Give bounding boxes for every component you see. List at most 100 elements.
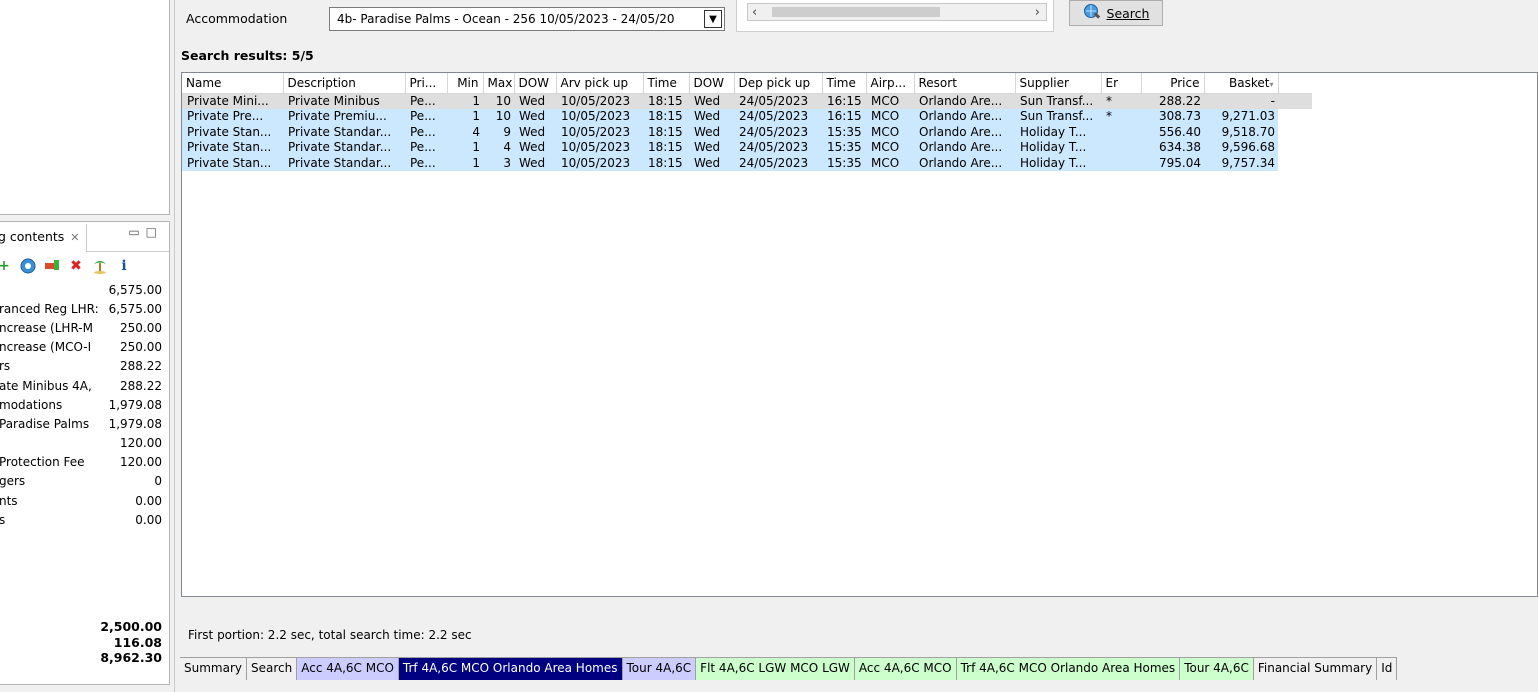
bottom-tab[interactable]: Financial Summary xyxy=(1253,658,1378,680)
bottom-tab[interactable]: Id xyxy=(1377,658,1398,680)
table-cell: 9,596.68 xyxy=(1204,140,1278,156)
horizontal-scrollbar-box: ‹ › xyxy=(736,0,1054,32)
bottom-tab[interactable]: Flt 4A,6C LGW MCO LGW xyxy=(696,658,855,680)
bottom-tab[interactable]: Trf 4A,6C MCO Orlando Area Homes xyxy=(398,658,623,680)
booking-contents-list: 6,575.00 ranced Reg LHR: 6,575.00 ncrease… xyxy=(0,280,169,529)
table-row[interactable]: Private Mini... Private Minibus Pe... 1 10 We… xyxy=(182,93,1312,109)
list-item[interactable]: ranced Reg LHR: 6,575.00 xyxy=(0,299,169,318)
table-row[interactable]: Private Stan... Private Standar... Pe... 1 3… xyxy=(182,155,1312,171)
scroll-right-icon[interactable]: › xyxy=(1035,5,1040,20)
bottom-tab[interactable]: Acc 4A,6C MCO xyxy=(297,658,399,680)
table-cell: Sun Transf... xyxy=(1015,93,1101,109)
search-results-count: Search results: 5/5 xyxy=(181,48,314,63)
list-item[interactable]: Protection Fee 120.00 xyxy=(0,453,169,472)
table-row[interactable]: Private Pre... Private Premiu... Pe... 1 10 W… xyxy=(182,109,1312,125)
search-button-label: Search xyxy=(1106,5,1150,21)
bottom-tab[interactable]: Tour 4A,6C xyxy=(622,658,697,680)
column-header[interactable]: Description xyxy=(283,73,406,94)
panel-splitter[interactable] xyxy=(174,0,178,692)
results-table-body: Private Mini... Private Minibus Pe... 1 10 We… xyxy=(182,93,1312,171)
column-header[interactable]: DOW xyxy=(514,73,557,94)
table-cell: Orlando Are... xyxy=(914,124,1015,140)
table-cell: Private Standar... xyxy=(283,155,405,171)
chevron-down-icon[interactable]: ▼ xyxy=(704,10,722,28)
table-cell: 10/05/2023 xyxy=(556,155,643,171)
table-cell: Holiday T... xyxy=(1015,155,1101,171)
add-icon[interactable]: + xyxy=(0,258,12,274)
list-item[interactable]: s 0.00 xyxy=(0,510,169,529)
table-cell: * xyxy=(1101,93,1141,109)
booking-contents-tab[interactable]: g contents ✕ xyxy=(0,224,87,252)
table-cell: Pe... xyxy=(405,140,447,156)
total-value: 2,500.00 xyxy=(100,619,162,634)
bottom-tab[interactable]: Trf 4A,6C MCO Orlando Area Homes xyxy=(956,658,1181,680)
column-header[interactable]: Min xyxy=(447,73,484,94)
table-row-filler xyxy=(1278,109,1312,125)
table-cell: 9,757.34 xyxy=(1204,155,1278,171)
booking-contents-tab-header: g contents ✕ ▭□ xyxy=(0,222,169,252)
table-cell: 9 xyxy=(483,124,514,140)
column-header[interactable]: Resort xyxy=(914,73,1016,94)
table-cell: Wed xyxy=(514,124,556,140)
accommodation-select[interactable]: 4b- Paradise Palms - Ocean - 256 10/05/2… xyxy=(329,7,725,31)
column-header[interactable]: Time xyxy=(822,73,867,94)
search-button[interactable]: Search xyxy=(1069,0,1163,26)
table-cell: Sun Transf... xyxy=(1015,109,1101,125)
table-cell: Private Premiu... xyxy=(283,109,405,125)
column-header-basket[interactable]: Basket▾ xyxy=(1204,73,1279,94)
list-item[interactable]: ncrease (LHR-M 250.00 xyxy=(0,318,169,337)
column-header[interactable]: Dep pick up xyxy=(734,73,823,94)
table-cell xyxy=(1101,124,1141,140)
table-cell: 9,271.03 xyxy=(1204,109,1278,125)
list-item[interactable]: modations 1,979.08 xyxy=(0,395,169,414)
scrollbar-thumb[interactable] xyxy=(772,7,940,17)
list-item[interactable]: gers 0 xyxy=(0,472,169,491)
transfer-icon[interactable] xyxy=(44,258,60,274)
column-header[interactable]: Supplier xyxy=(1015,73,1102,94)
bottom-tab[interactable]: Search xyxy=(247,658,298,680)
table-cell: 288.22 xyxy=(1141,93,1204,109)
list-item[interactable]: ate Minibus 4A, 288.22 xyxy=(0,376,169,395)
maximize-icon[interactable]: □ xyxy=(146,225,163,239)
table-cell: Wed xyxy=(689,140,734,156)
list-item[interactable]: 6,575.00 xyxy=(0,280,169,299)
table-cell: 10/05/2023 xyxy=(556,109,643,125)
list-item[interactable]: rs 288.22 xyxy=(0,357,169,376)
column-header[interactable]: Er xyxy=(1101,73,1142,94)
list-item[interactable]: Paradise Palms 1,979.08 xyxy=(0,414,169,433)
table-cell: Wed xyxy=(514,109,556,125)
delete-icon[interactable]: ✖ xyxy=(68,258,84,274)
palm-tree-icon[interactable] xyxy=(92,258,108,274)
column-header[interactable]: Price xyxy=(1141,73,1205,94)
table-cell: 24/05/2023 xyxy=(734,93,822,109)
info-icon[interactable]: i xyxy=(116,258,132,274)
bottom-tab[interactable]: Acc 4A,6C MCO xyxy=(854,658,957,680)
close-icon[interactable]: ✕ xyxy=(70,231,79,244)
table-row-filler xyxy=(1278,155,1312,171)
table-row[interactable]: Private Stan... Private Standar... Pe... 4 9… xyxy=(182,124,1312,140)
column-header[interactable]: Pri... xyxy=(405,73,448,94)
table-cell: Holiday T... xyxy=(1015,140,1101,156)
list-item[interactable]: ncrease (MCO-I 250.00 xyxy=(0,338,169,357)
column-header[interactable]: Airp... xyxy=(866,73,915,94)
column-header[interactable]: Arv pick up xyxy=(556,73,644,94)
refresh-globe-icon[interactable] xyxy=(20,258,36,274)
table-row[interactable]: Private Stan... Private Standar... Pe... 1 4… xyxy=(182,140,1312,156)
table-cell: Wed xyxy=(514,93,556,109)
table-cell: 1 xyxy=(447,109,483,125)
table-cell: 15:35 xyxy=(822,155,866,171)
scroll-left-icon[interactable]: ‹ xyxy=(752,5,757,20)
results-table: Name Description Pri... Min Max DOW Arv … xyxy=(181,72,1538,597)
minimize-icon[interactable]: ▭ xyxy=(128,225,145,239)
bottom-tab[interactable]: Summary xyxy=(180,658,247,680)
column-header[interactable]: Max xyxy=(483,73,515,94)
table-row-filler xyxy=(1278,124,1312,140)
table-cell: 1 xyxy=(447,93,483,109)
column-header[interactable]: Time xyxy=(643,73,690,94)
column-header[interactable]: Name xyxy=(182,73,284,94)
column-header[interactable]: DOW xyxy=(689,73,735,94)
list-item[interactable]: nts 0.00 xyxy=(0,491,169,510)
bottom-tab[interactable]: Tour 4A,6C xyxy=(1180,658,1254,680)
horizontal-scrollbar[interactable]: ‹ › xyxy=(747,3,1047,21)
list-item[interactable]: 120.00 xyxy=(0,434,169,453)
